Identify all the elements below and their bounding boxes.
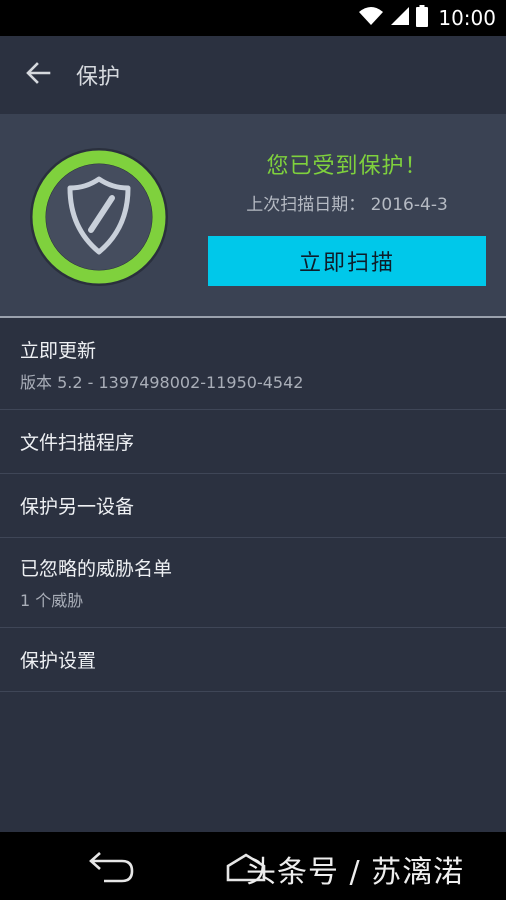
- navigation-bar: 头条号 / 苏漓渃: [0, 832, 506, 900]
- list-item-file-scanner[interactable]: 文件扫描程序: [0, 410, 506, 474]
- list-item-protection-settings[interactable]: 保护设置: [0, 628, 506, 692]
- list-item-label: 保护另一设备: [20, 496, 135, 518]
- watermark-text: 头条号 / 苏漓渃: [246, 855, 465, 890]
- list-item-protect-another-device[interactable]: 保护另一设备: [0, 474, 506, 538]
- wifi-icon: [358, 6, 384, 30]
- list-item-ignored-threats[interactable]: 已忽略的威胁名单 1 个威胁: [0, 538, 506, 628]
- arrow-back-icon: [25, 62, 51, 88]
- nav-back-icon[interactable]: [82, 850, 142, 884]
- list-item-label: 保护设置: [20, 650, 97, 672]
- list-item-label: 已忽略的威胁名单: [20, 558, 173, 580]
- battery-icon: [416, 5, 429, 31]
- list-item-label: 立即更新: [20, 340, 97, 362]
- list-item-subtitle: 1 个威胁: [20, 591, 84, 610]
- last-scan-date: 上次扫描日期： 2016-4-3: [246, 195, 448, 215]
- back-button[interactable]: [0, 36, 76, 114]
- settings-list: 立即更新 版本 5.2 - 1397498002-11950-4542 文件扫描…: [0, 320, 506, 692]
- list-item-subtitle: 版本 5.2 - 1397498002-11950-4542: [20, 373, 304, 392]
- cell-signal-icon: [390, 6, 410, 30]
- scan-now-button[interactable]: 立即扫描: [208, 236, 486, 286]
- status-bar: 10:00: [0, 0, 506, 36]
- page-title: 保护: [76, 65, 121, 90]
- protection-ring: [28, 146, 170, 288]
- app-bar: 保护: [0, 36, 506, 114]
- status-time: 10:00: [438, 6, 496, 30]
- protection-status-panel: 您已受到保护！ 上次扫描日期： 2016-4-3 立即扫描: [0, 114, 506, 318]
- protection-status-title: 您已受到保护！: [266, 154, 428, 179]
- list-item-label: 文件扫描程序: [20, 432, 135, 454]
- list-item-update[interactable]: 立即更新 版本 5.2 - 1397498002-11950-4542: [0, 320, 506, 410]
